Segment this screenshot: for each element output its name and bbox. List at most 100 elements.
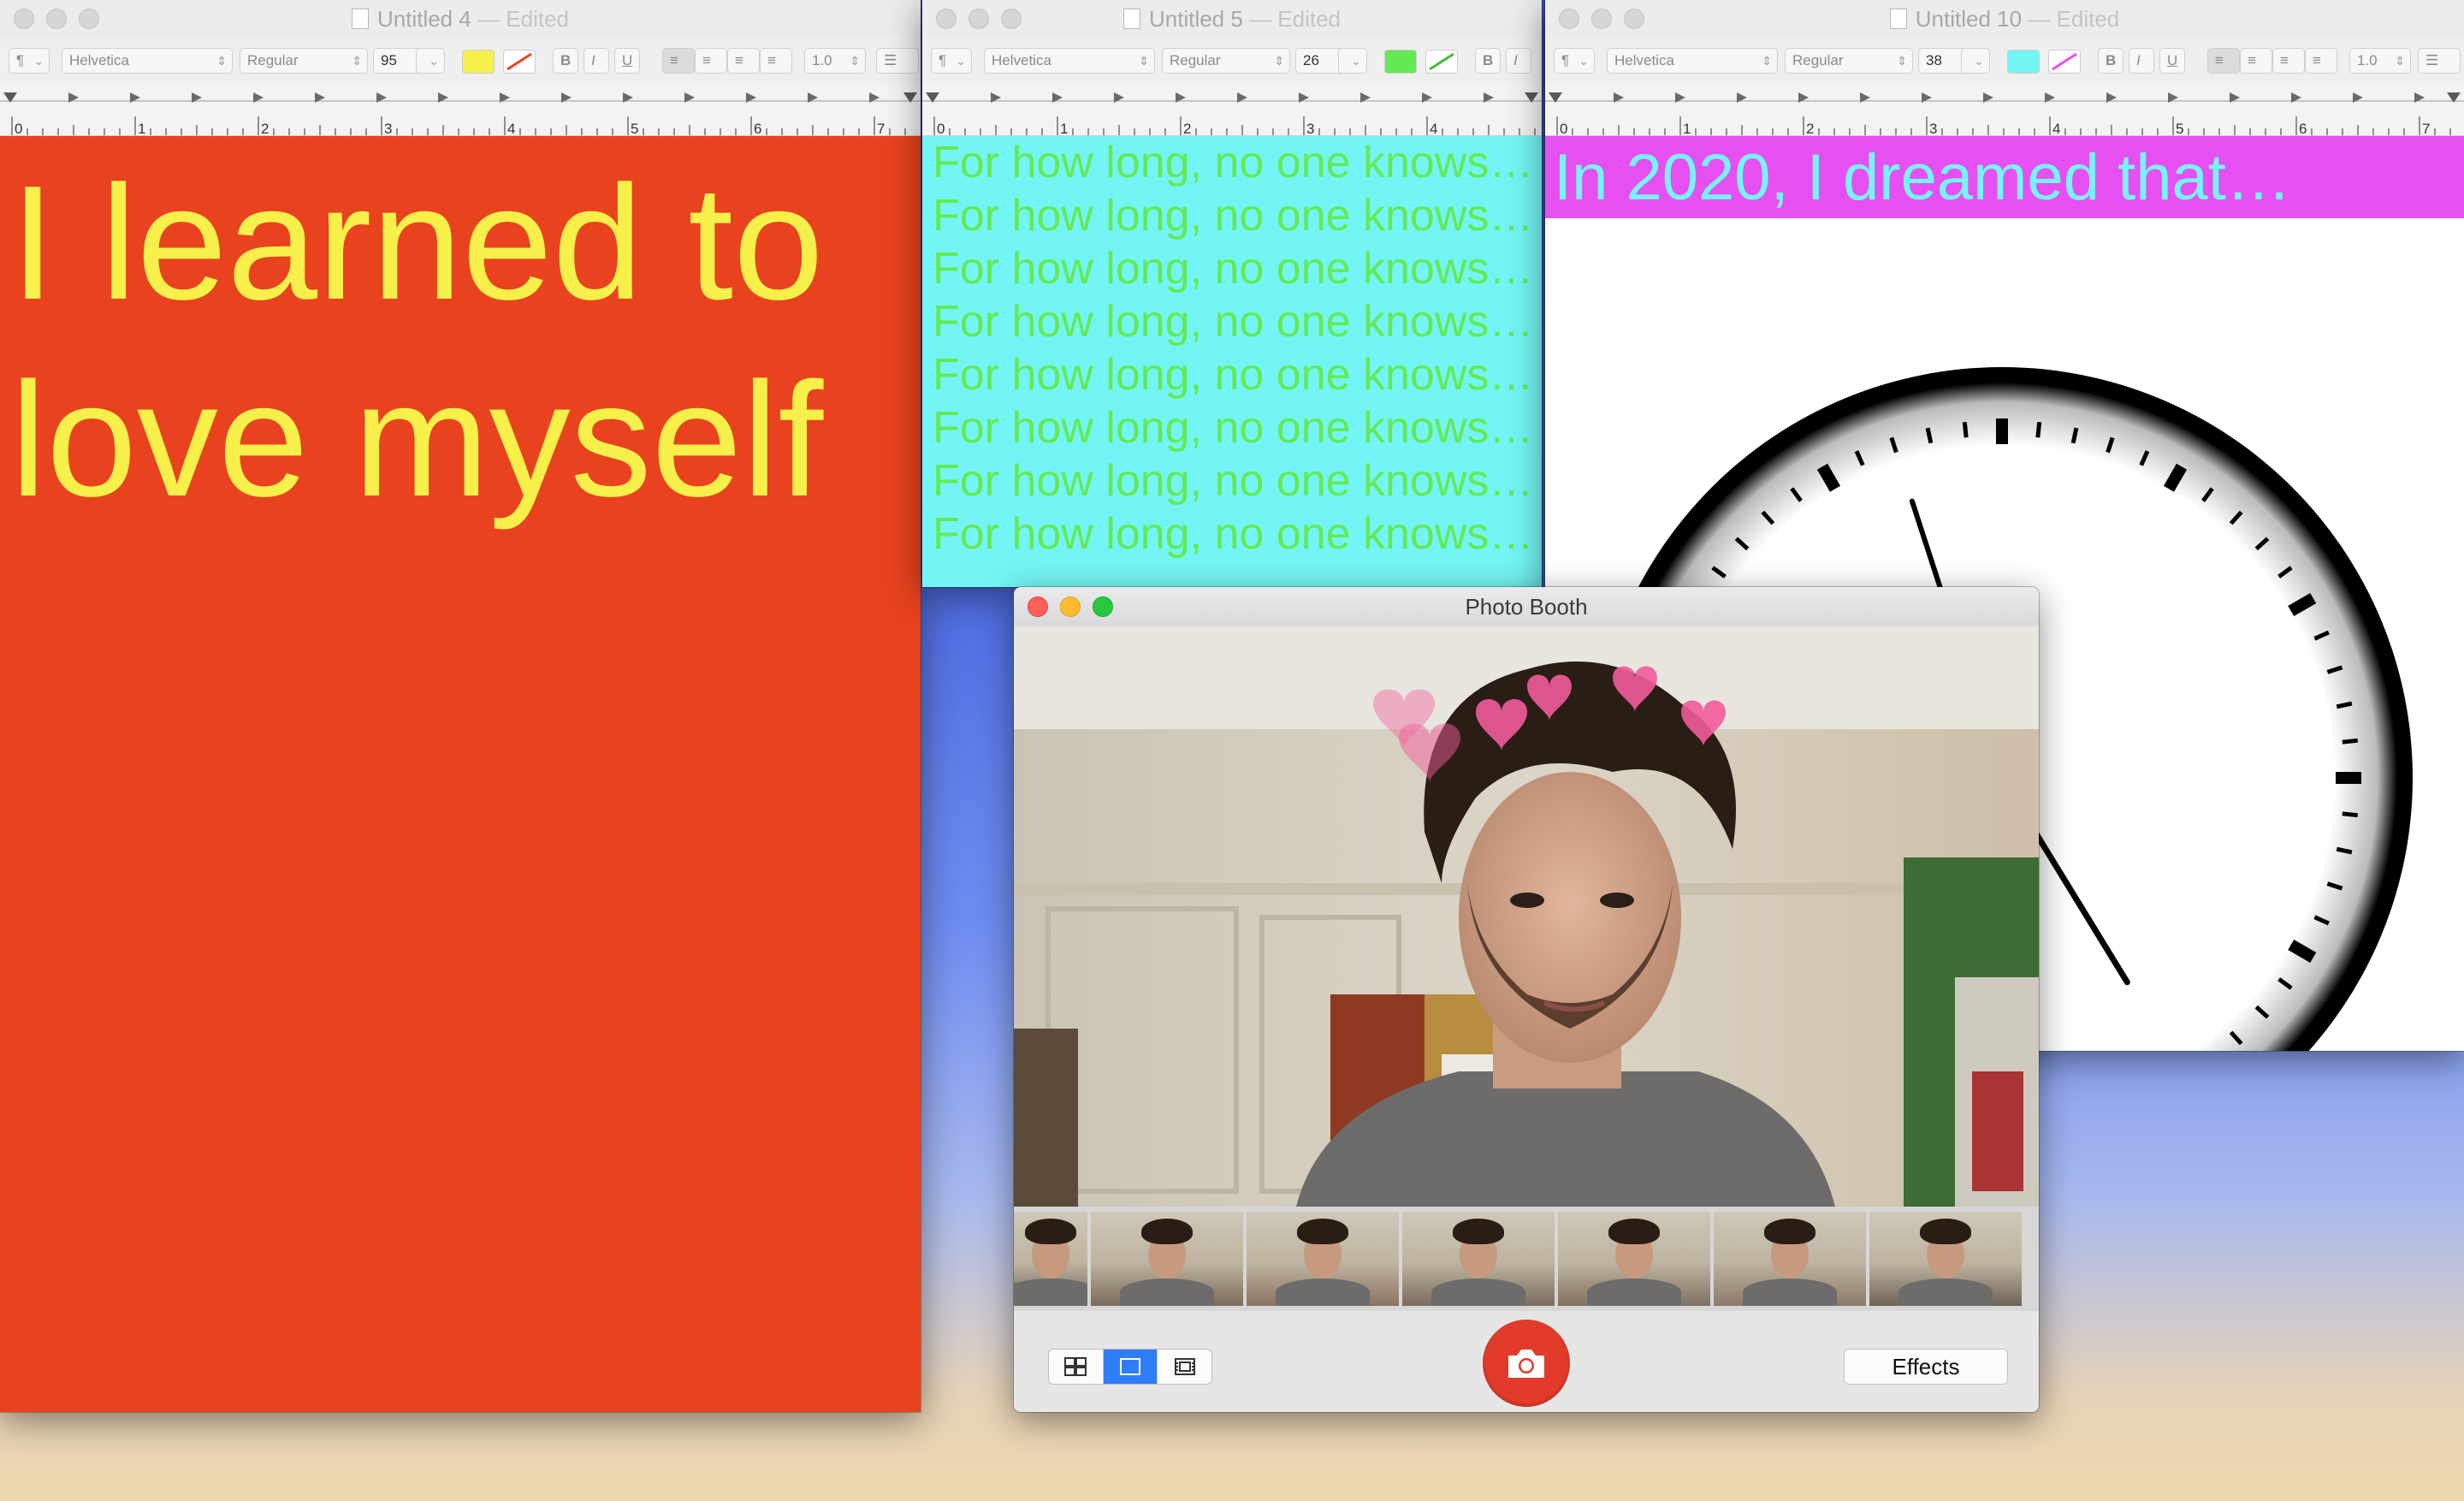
paragraph-styles-button[interactable]: ¶ ⌄ (9, 48, 50, 74)
ruler[interactable]: 0 1 2 3 4 5 6 7 (1545, 82, 2464, 136)
background-color-swatch[interactable] (1425, 50, 1458, 74)
bold-button[interactable]: B (1475, 48, 1501, 74)
align-right-button[interactable]: ≡ (727, 48, 760, 74)
align-left-button[interactable]: ≡ (662, 48, 695, 74)
ruler-number: 0 (937, 121, 945, 135)
take-photo-button[interactable] (1483, 1320, 1570, 1407)
ruler[interactable]: 0 1 2 3 4 5 6 7 (0, 82, 921, 136)
ruler-number: 5 (2176, 121, 2183, 135)
font-size-menu[interactable]: ⌄ (1338, 48, 1367, 74)
paragraph-styles-button[interactable]: ¶ ⌄ (931, 48, 972, 74)
font-family-select[interactable]: Helvetica ⇕ (984, 48, 1155, 74)
text-line: For how long, no one knows… (933, 509, 1534, 559)
textedit-window-untitled-4: Untitled 4 — Edited ¶ ⌄ Helvetica ⇕ Regula… (0, 0, 921, 1412)
background-color-swatch[interactable] (2048, 50, 2081, 74)
minute-tick (1962, 422, 1969, 438)
window-title: Untitled 5 — Edited (922, 6, 1542, 33)
font-style-select[interactable]: Regular ⇕ (240, 48, 368, 74)
ruler-number: 6 (754, 121, 761, 135)
grid-icon (1064, 1357, 1087, 1376)
ruler-number: 3 (1929, 121, 1937, 135)
font-size-menu[interactable]: ⌄ (1961, 48, 1990, 74)
thumbnail-shoulders (1014, 1279, 1087, 1306)
underline-button[interactable]: U (2159, 48, 2185, 74)
text-color-swatch[interactable] (1384, 50, 1417, 74)
title-bar[interactable]: Untitled 5 — Edited (922, 0, 1542, 39)
document-text-line-2: love myself (10, 349, 824, 531)
thumbnail-shoulders (1431, 1279, 1525, 1306)
ruler[interactable]: 0 1 2 3 4 (922, 82, 1542, 136)
photo-thumbnail[interactable] (1091, 1212, 1243, 1306)
font-family-select[interactable]: Helvetica ⇕ (1607, 48, 1778, 74)
background-color-swatch[interactable] (503, 50, 536, 74)
italic-button[interactable]: I (1506, 48, 1531, 74)
italic-button[interactable]: I (2129, 48, 2154, 74)
bold-button[interactable]: B (2098, 48, 2123, 74)
text-line: For how long, no one knows… (933, 350, 1534, 400)
italic-button[interactable]: I (583, 48, 609, 74)
document-text: In 2020, I dreamed that… (1554, 141, 2291, 214)
grid-view-button[interactable] (1049, 1350, 1104, 1384)
title-bar[interactable]: Untitled 4 — Edited (0, 0, 921, 39)
align-left-button[interactable]: ≡ (2207, 48, 2240, 74)
ruler-number: 6 (2299, 121, 2307, 135)
window-title: Photo Booth (1465, 594, 1588, 620)
minute-tick (2035, 422, 2042, 438)
ruler-number: 1 (1060, 121, 1068, 135)
justify-button[interactable]: ≡ (760, 48, 792, 74)
text-line: For how long, no one knows… (933, 138, 1534, 187)
camera-preview (1014, 626, 2039, 1207)
thumbnail-hair (1608, 1219, 1660, 1244)
bold-button[interactable]: B (553, 48, 578, 74)
document-text-line-1: I learned to (10, 152, 824, 334)
text-line: For how long, no one knows… (933, 244, 1534, 294)
thumbnail-strip[interactable] (1014, 1207, 2039, 1311)
photo-thumbnail[interactable] (1558, 1212, 1710, 1306)
effects-button[interactable]: Effects (1844, 1349, 2008, 1385)
ruler-number: 5 (631, 121, 638, 135)
minute-tick (2342, 738, 2358, 745)
line-spacing-select[interactable]: 1.0 ⇕ (804, 48, 866, 74)
text-color-swatch[interactable] (2007, 50, 2040, 74)
strip-view-button[interactable] (1158, 1350, 1211, 1384)
single-view-button[interactable] (1103, 1350, 1158, 1384)
format-bar: ¶ ⌄ Helvetica ⇕ Regular ⇕ 95 ⌄ B I U ≡ ≡ ≡ … (0, 38, 921, 83)
photo-booth-window: Photo Booth Effects (1014, 587, 2039, 1412)
list-style-button[interactable]: ☰ (2418, 48, 2461, 74)
align-center-button[interactable]: ≡ (695, 48, 727, 74)
font-size-menu[interactable]: ⌄ (416, 48, 445, 74)
window-title: Untitled 4 — Edited (0, 6, 921, 33)
text-color-swatch[interactable] (462, 50, 495, 74)
underline-button[interactable]: U (614, 48, 640, 74)
minute-tick (2342, 811, 2358, 818)
photo-thumbnail[interactable] (1014, 1212, 1087, 1306)
justify-button[interactable]: ≡ (2305, 48, 2337, 74)
format-bar: ¶ ⌄ Helvetica ⇕ Regular ⇕ 38 ⌄ B I U ≡ ≡ ≡ … (1545, 38, 2464, 83)
align-center-button[interactable]: ≡ (2240, 48, 2272, 74)
document-area[interactable]: I learned to love myself (0, 136, 921, 1412)
paragraph-styles-button[interactable]: ¶ ⌄ (1554, 48, 1595, 74)
photo-thumbnail[interactable] (1402, 1212, 1555, 1306)
highlighted-text-line: In 2020, I dreamed that… (1545, 136, 2464, 218)
line-spacing-select[interactable]: 1.0 ⇕ (2349, 48, 2411, 74)
text-line: For how long, no one knows… (933, 456, 1534, 506)
photo-thumbnail[interactable] (1714, 1212, 1866, 1306)
format-bar: ¶ ⌄ Helvetica ⇕ Regular ⇕ 26 ⌄ B I (922, 38, 1542, 83)
photo-thumbnail[interactable] (1247, 1212, 1399, 1306)
thumbnail-hair (1764, 1219, 1815, 1244)
list-style-button[interactable]: ☰ (876, 48, 919, 74)
document-icon (1889, 9, 1907, 29)
view-mode-segmented-control (1048, 1349, 1212, 1385)
ruler-number: 3 (384, 121, 392, 135)
align-right-button[interactable]: ≡ (2272, 48, 2305, 74)
ruler-number: 7 (877, 121, 885, 135)
text-line: For how long, no one knows… (933, 403, 1534, 453)
font-family-select[interactable]: Helvetica ⇕ (62, 48, 233, 74)
font-style-select[interactable]: Regular ⇕ (1785, 48, 1913, 74)
title-bar[interactable]: Untitled 10 — Edited (1545, 0, 2464, 39)
font-style-select[interactable]: Regular ⇕ (1162, 48, 1290, 74)
photo-thumbnail[interactable] (1869, 1212, 2022, 1306)
title-bar[interactable]: Photo Booth (1014, 587, 2039, 627)
thumbnail-hair (1453, 1219, 1504, 1244)
document-area[interactable]: For how long, no one knows… For how long… (922, 136, 1542, 587)
